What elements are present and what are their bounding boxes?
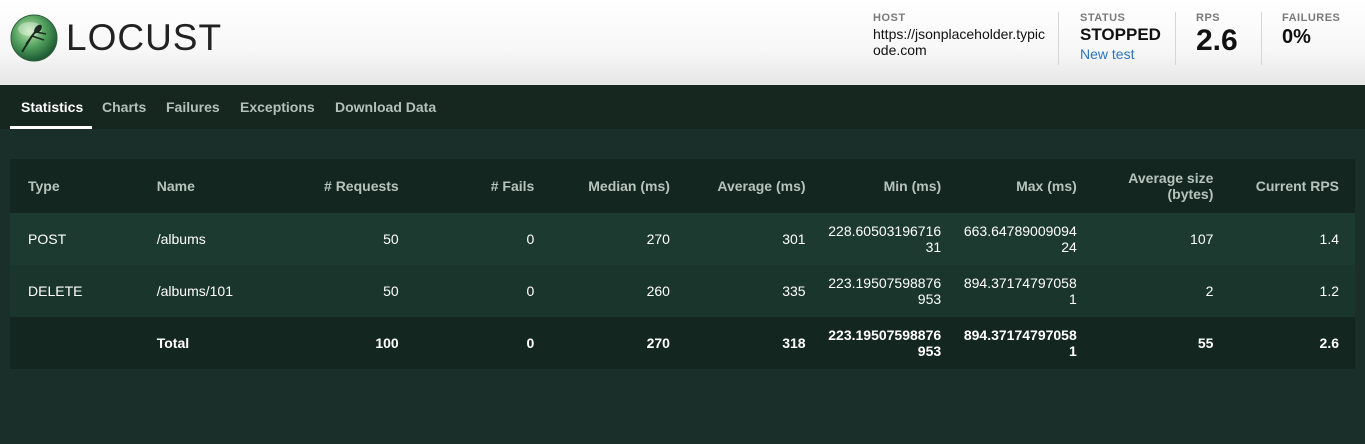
cell-type: DELETE [28,283,83,299]
tab-download-data[interactable]: Download Data [335,99,436,115]
cell-median: 270 [646,231,670,247]
statistics-table: Type Name # Requests # Fails Median (ms)… [10,159,1355,369]
cell-min: 228.6050319671631 [816,213,952,265]
host-label: HOST [873,12,906,24]
table-row: POST /albums 50 0 270 301 228.6050319671… [10,213,1355,265]
col-header-min[interactable]: Min (ms) [816,159,952,213]
cell-name: /albums [156,231,206,247]
cell-average: 335 [782,283,806,299]
cell-fails: 0 [526,231,535,247]
rps-info: RPS 2.6 [1196,12,1238,57]
top-header: LOCUST HOST https://jsonplaceholder.typi… [0,0,1365,85]
cell-requests: 50 [383,283,399,299]
rps-value: 2.6 [1196,24,1238,57]
col-header-median[interactable]: Median (ms) [544,159,680,213]
cell-current-rps: 1.2 [1319,283,1339,299]
col-header-fails[interactable]: # Fails [409,159,545,213]
cell-min-value: 223.19507598876953 [828,275,942,307]
col-header-average-size-label: Average size (bytes) [1128,170,1214,202]
cell-name: /albums/101 [156,283,234,299]
col-header-requests[interactable]: # Requests [288,159,408,213]
tab-bar: Statistics Charts Failures Exceptions Do… [0,85,1365,129]
cell-current-rps: 1.4 [1319,231,1339,247]
table-header-row: Type Name # Requests # Fails Median (ms)… [10,159,1355,213]
cell-type [10,317,157,369]
cell-max: 894.371747970581 [951,265,1087,317]
cell-fails: 0 [526,335,535,351]
tab-failures[interactable]: Failures [166,99,220,115]
cell-median: 270 [646,335,670,351]
cell-average-size: 55 [1197,335,1214,351]
cell-average-size: 107 [1190,231,1214,247]
col-header-average[interactable]: Average (ms) [680,159,816,213]
cell-max: 894.371747970581 [951,317,1087,369]
cell-current-rps: 2.6 [1319,335,1339,351]
cell-max: 663.6478900909424 [951,213,1087,265]
cell-fails: 0 [526,283,535,299]
cell-average: 318 [782,335,806,351]
cell-requests: 50 [383,231,399,247]
col-header-current-rps[interactable]: Current RPS [1223,159,1355,213]
tab-exceptions[interactable]: Exceptions [240,99,315,115]
status-label: STATUS [1080,12,1126,24]
failures-value: 0% [1282,26,1311,48]
host-info: HOST https://jsonplaceholder.typicode.co… [873,12,1048,58]
col-header-type[interactable]: Type [10,159,157,213]
status-value: STOPPED [1080,25,1161,44]
table-total-row: Total 100 0 270 318 223.19507598876953 8… [10,317,1355,369]
header-divider [1058,12,1059,65]
cell-min-value: 223.19507598876953 [828,327,942,359]
cell-name: Total [156,335,190,351]
cell-max-value: 663.6478900909424 [963,223,1077,255]
locust-logo-icon [10,14,58,62]
failures-info: FAILURES 0% [1282,12,1340,49]
tab-charts[interactable]: Charts [102,99,146,115]
tab-statistics[interactable]: Statistics [21,99,83,115]
cell-average: 301 [782,231,806,247]
col-header-average-size[interactable]: Average size (bytes) [1087,159,1224,213]
cell-max-value: 894.371747970581 [963,275,1077,307]
statistics-table-container: Type Name # Requests # Fails Median (ms)… [10,159,1355,371]
cell-average-size: 2 [1205,283,1214,299]
header-divider [1175,12,1176,65]
header-divider [1261,12,1262,65]
col-header-max[interactable]: Max (ms) [951,159,1087,213]
status-info: STATUS STOPPED New test [1080,12,1170,62]
cell-min-value: 228.6050319671631 [828,223,942,255]
host-value: https://jsonplaceholder.typicode.com [873,26,1045,58]
col-header-name[interactable]: Name [157,159,289,213]
cell-max-value: 894.371747970581 [963,327,1077,359]
cell-median: 260 [646,283,670,299]
app-title: LOCUST [66,17,223,58]
active-tab-indicator [10,126,92,129]
failures-label: FAILURES [1282,12,1341,24]
cell-type: POST [28,231,67,247]
table-row: DELETE /albums/101 50 0 260 335 223.1950… [10,265,1355,317]
cell-min: 223.19507598876953 [816,265,952,317]
cell-requests: 100 [375,335,399,351]
cell-min: 223.19507598876953 [816,317,952,369]
new-test-link[interactable]: New test [1080,46,1170,62]
